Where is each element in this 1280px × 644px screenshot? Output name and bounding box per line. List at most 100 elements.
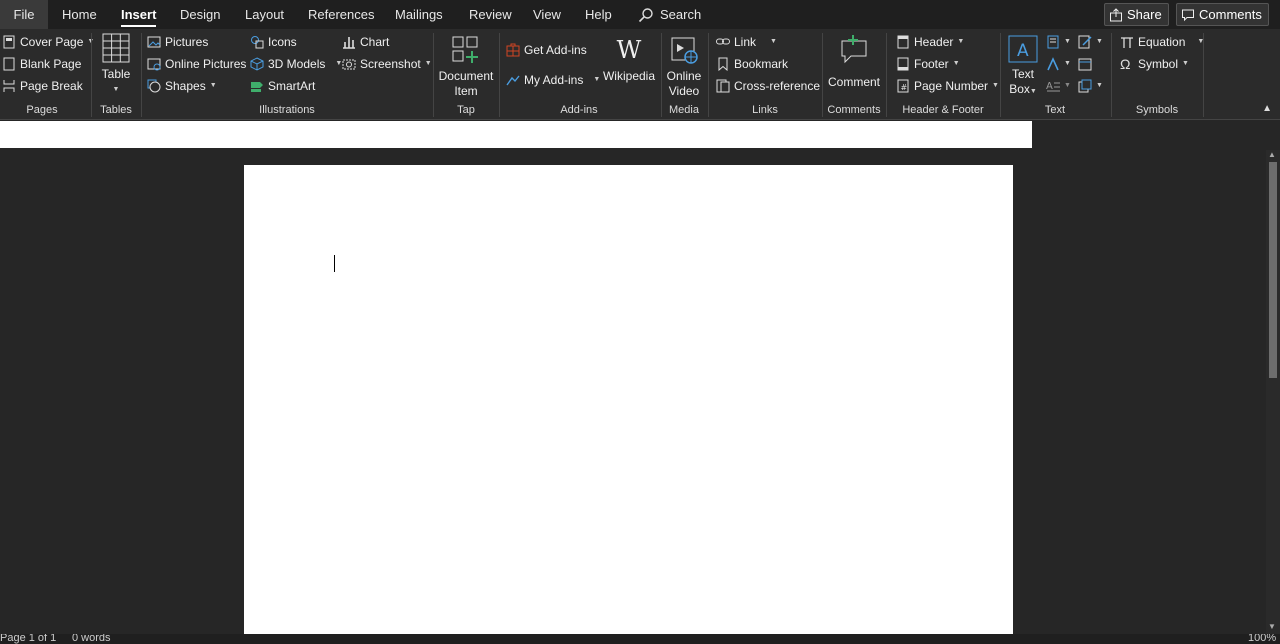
previous-page-bottom [0, 121, 1032, 148]
cover-page-label: Cover Page [20, 35, 84, 49]
wordart-icon [1046, 57, 1060, 71]
group-label-tables: Tables [100, 104, 132, 116]
icons-button[interactable]: Icons [250, 32, 297, 52]
header-icon [896, 35, 910, 49]
cross-reference-button[interactable]: Cross-reference [716, 76, 820, 96]
page-number-label: Page Number [914, 79, 989, 93]
new-comment-button[interactable]: Comment [826, 35, 882, 90]
online-pictures-label: Online Pictures [165, 57, 247, 71]
online-pictures-button[interactable]: Online Pictures [147, 54, 246, 74]
group-label-links: Links [752, 104, 778, 116]
signature-line-button[interactable]: ▼ [1078, 32, 1103, 52]
group-label-add-ins: Add-ins [560, 104, 598, 116]
shapes-button[interactable]: Shapes ▼ [147, 76, 217, 96]
equation-button[interactable]: Equation ▼ [1120, 32, 1204, 52]
tab-file[interactable]: File [0, 0, 48, 29]
tab-layout[interactable]: Layout [245, 0, 284, 29]
object-button[interactable]: ▼ [1078, 76, 1103, 96]
text-box-label-2: Box▼ [1009, 82, 1037, 96]
page-break-label: Page Break [20, 79, 83, 93]
chart-label: Chart [360, 35, 390, 49]
equation-label: Equation [1138, 35, 1186, 49]
document-item-label-1: Document [438, 69, 494, 83]
screenshot-label: Screenshot [360, 57, 421, 71]
shapes-icon [147, 79, 161, 93]
cross-reference-icon [716, 79, 730, 93]
collapse-ribbon-icon[interactable]: ▲ [1262, 103, 1272, 114]
picture-icon [147, 35, 161, 49]
tab-design[interactable]: Design [180, 0, 220, 29]
chart-icon [342, 35, 356, 49]
page-number-icon: # [896, 79, 910, 93]
online-video-label-1: Online [666, 69, 702, 83]
store-icon [506, 43, 520, 57]
blank-page-button[interactable]: Blank Page [2, 54, 81, 74]
document-page[interactable] [244, 165, 1013, 635]
wikipedia-button[interactable]: W Wikipedia [602, 37, 656, 84]
share-label: Share [1127, 7, 1162, 22]
screenshot-icon [342, 57, 356, 71]
text-box-button[interactable]: A Text Box▼ [1004, 35, 1042, 99]
cover-page-button[interactable]: Cover Page▼ [2, 32, 94, 52]
pi-icon [1120, 35, 1134, 49]
tab-home[interactable]: Home [62, 0, 97, 29]
comments-button[interactable]: Comments [1176, 3, 1269, 26]
share-button[interactable]: Share [1104, 3, 1169, 26]
svg-text:#: # [901, 83, 908, 92]
tab-insert[interactable]: Insert [121, 0, 157, 29]
document-item-button[interactable]: Document Item [437, 35, 495, 99]
search-icon [638, 7, 653, 22]
chart-button[interactable]: Chart [342, 32, 389, 52]
table-button[interactable]: Table ▼ [97, 33, 135, 97]
link-button[interactable]: Link ▼ [716, 32, 777, 52]
omega-icon: Ω [1120, 56, 1131, 72]
symbol-label: Symbol [1138, 57, 1179, 71]
screenshot-button[interactable]: Screenshot ▼ [342, 54, 432, 74]
word-count[interactable]: 0 words [72, 634, 111, 644]
calendar-icon [1078, 57, 1092, 71]
quick-parts-button[interactable]: ▼ [1046, 32, 1071, 52]
wordart-button[interactable]: ▼ [1046, 54, 1071, 74]
group-label-symbols: Symbols [1135, 104, 1179, 116]
table-label: Table [101, 67, 131, 81]
online-video-button[interactable]: Online Video [664, 35, 704, 99]
date-time-button[interactable] [1078, 54, 1092, 74]
group-label-tap: Tap [457, 104, 475, 116]
footer-button[interactable]: Footer ▼ [896, 54, 960, 74]
pictures-button[interactable]: Pictures [147, 32, 208, 52]
page-count[interactable]: Page 1 of 1 [0, 634, 56, 644]
3d-models-button[interactable]: 3D Models ▼ [250, 54, 342, 74]
symbol-button[interactable]: Ω Symbol ▼ [1120, 54, 1189, 74]
tab-references[interactable]: References [308, 0, 374, 29]
tab-mailings[interactable]: Mailings [395, 0, 443, 29]
tab-review[interactable]: Review [469, 0, 512, 29]
get-add-ins-label: Get Add-ins [524, 43, 587, 57]
smartart-label: SmartArt [268, 79, 316, 93]
scrollbar-thumb[interactable] [1269, 162, 1277, 378]
comments-label: Comments [1199, 7, 1262, 22]
get-add-ins-button[interactable]: Get Add-ins [506, 40, 587, 60]
smartart-button[interactable]: SmartArt [250, 76, 315, 96]
drop-cap-icon: A [1046, 79, 1060, 93]
tab-view[interactable]: View [533, 0, 561, 29]
tab-help[interactable]: Help [585, 0, 612, 29]
search-box[interactable]: Search [638, 0, 701, 29]
online-video-icon [671, 37, 698, 64]
page-number-button[interactable]: # Page Number ▼ [896, 76, 999, 96]
group-label-header-footer: Header & Footer [902, 104, 984, 116]
svg-text:A: A [1046, 81, 1053, 92]
scroll-down-icon[interactable]: ▼ [1268, 622, 1276, 631]
bookmark-icon [716, 57, 730, 72]
my-add-ins-icon [506, 73, 520, 87]
vertical-scrollbar[interactable]: ▲ ▼ [1266, 150, 1280, 634]
drop-cap-button[interactable]: A ▼ [1046, 76, 1071, 96]
smartart-icon [250, 79, 264, 93]
page-break-button[interactable]: Page Break [2, 76, 83, 96]
bookmark-button[interactable]: Bookmark [716, 54, 788, 74]
header-button[interactable]: Header ▼ [896, 32, 964, 52]
zoom-level[interactable]: 100% [1248, 634, 1276, 644]
shapes-label: Shapes [165, 79, 206, 93]
my-add-ins-button[interactable]: My Add-ins ▼ [506, 70, 600, 90]
quick-parts-icon [1046, 35, 1060, 49]
scroll-up-icon[interactable]: ▲ [1268, 150, 1276, 159]
